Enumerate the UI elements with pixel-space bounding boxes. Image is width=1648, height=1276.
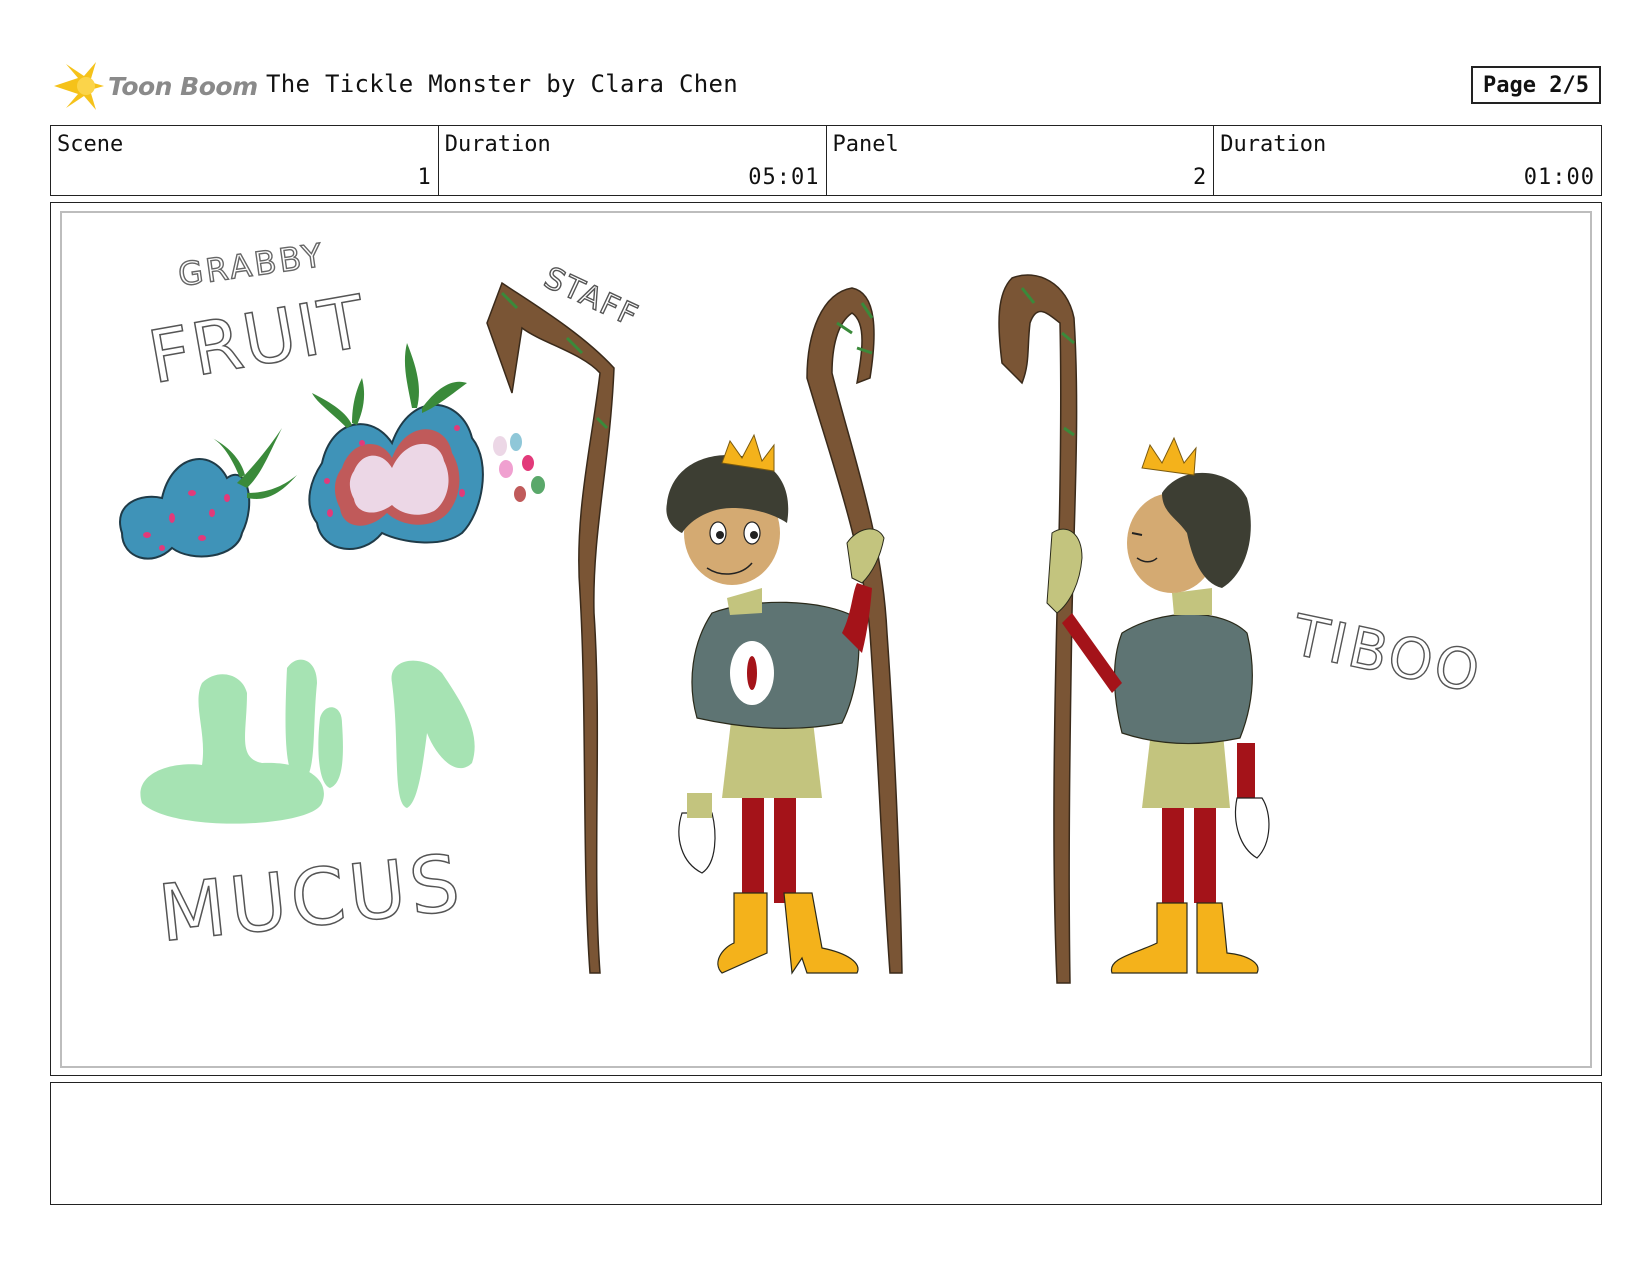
tiboo-label: TIBOO bbox=[1286, 603, 1488, 707]
mucus-label: MUCUS bbox=[155, 838, 468, 959]
storyboard-title: The Tickle Monster by Clara Chen bbox=[266, 70, 738, 98]
panel-duration-cell: Duration 01:00 bbox=[1214, 126, 1601, 195]
grabby-label: GRABBY bbox=[176, 236, 327, 294]
sketch-artwork: GRABBY FRUIT MUCUS STAFF TIBOO bbox=[119, 235, 1488, 984]
scene-cell: Scene 1 bbox=[51, 126, 439, 195]
toon-boom-logo: Toon Boom bbox=[52, 58, 258, 114]
scene-duration-value: 05:01 bbox=[748, 165, 820, 190]
panel-image: GRABBY FRUIT MUCUS STAFF TIBOO bbox=[60, 211, 1592, 1068]
panel-duration-value: 01:00 bbox=[1523, 165, 1595, 190]
scene-label: Scene bbox=[57, 132, 124, 157]
panel-cell: Panel 2 bbox=[827, 126, 1215, 195]
panel-notes-box[interactable] bbox=[50, 1082, 1602, 1205]
staff-sketch bbox=[486, 281, 615, 974]
scene-duration-label: Duration bbox=[444, 132, 551, 157]
panel-duration-label: Duration bbox=[1220, 132, 1327, 157]
fruit-label: FRUIT bbox=[142, 279, 373, 400]
panel-label: Panel bbox=[832, 132, 899, 157]
star-burst-icon bbox=[54, 62, 104, 110]
scene-duration-cell: Duration 05:01 bbox=[439, 126, 827, 195]
mucus-sketch bbox=[140, 659, 475, 824]
scene-value: 1 bbox=[417, 165, 432, 190]
panel-info-row: Scene 1 Duration 05:01 Panel 2 Duration … bbox=[50, 125, 1602, 196]
tiboo-front-sketch bbox=[666, 287, 903, 975]
page-indicator: Page 2/5 bbox=[1471, 66, 1601, 104]
tiboo-back-sketch bbox=[998, 274, 1270, 984]
logo-text: Toon Boom bbox=[108, 71, 258, 101]
panel-value: 2 bbox=[1193, 165, 1208, 190]
